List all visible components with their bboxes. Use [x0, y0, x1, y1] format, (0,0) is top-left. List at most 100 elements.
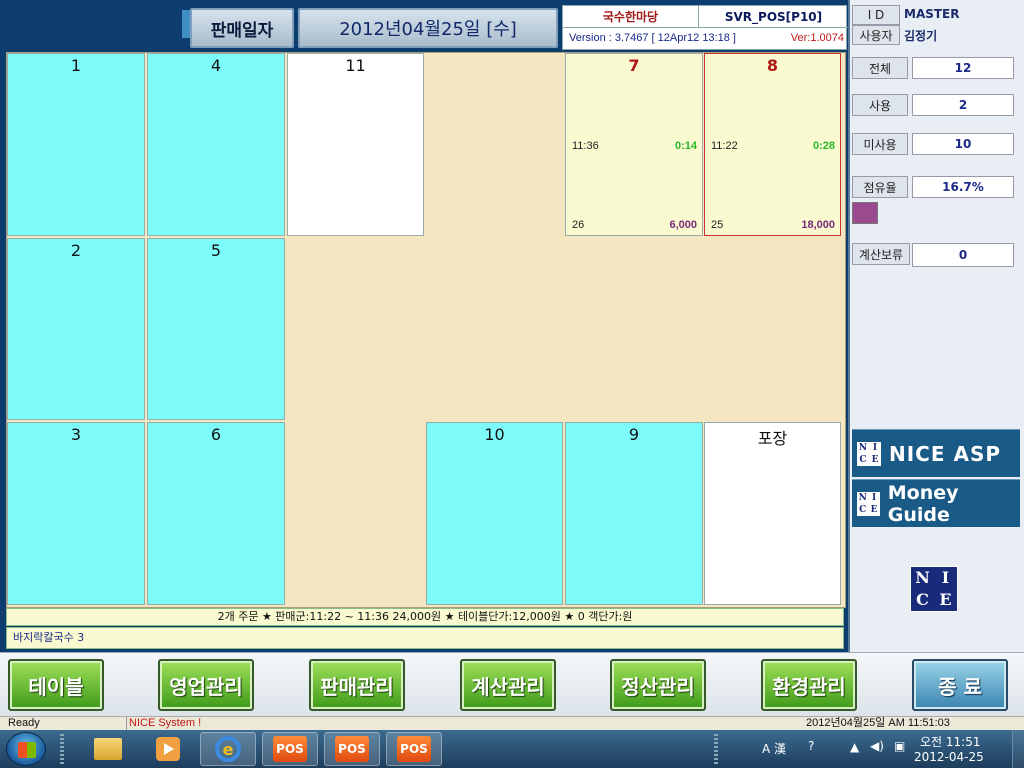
- nice-asp-banner[interactable]: NI CE NICE ASP: [852, 429, 1020, 477]
- settlement-management-button[interactable]: 정산관리: [610, 659, 706, 711]
- table-3[interactable]: 3: [7, 422, 145, 605]
- windows-taskbar: e POS POS POS A 漢 ? ▲ ◀) ▣ 오전 11:51 2012…: [0, 730, 1024, 768]
- table-number: 4: [210, 56, 222, 75]
- table-11[interactable]: 11: [287, 53, 424, 236]
- sale-date-display[interactable]: 2012년04월25일 [수]: [298, 8, 558, 48]
- store-info-panel: 국수한마당 SVR_POS[P10] Version : 3.7467 [ 12…: [562, 5, 848, 50]
- table-number: 11: [345, 56, 366, 75]
- sale-date-label: 판매일자: [190, 8, 294, 48]
- help-icon[interactable]: ?: [808, 739, 814, 753]
- table-5[interactable]: 5: [147, 238, 285, 420]
- sales-summary-bar: 2개 주문 ★ 판매군:11:22 ~ 11:36 24,000원 ★ 테이블단…: [6, 608, 844, 626]
- language-bar[interactable]: A 漢: [762, 740, 786, 757]
- nice-logo-icon: NI CE: [857, 441, 881, 466]
- taskbar-pos-2[interactable]: POS: [324, 732, 380, 766]
- unused-value: 10: [912, 133, 1014, 155]
- id-value: MASTER: [904, 7, 960, 21]
- header-accent: [182, 10, 190, 38]
- table-number: 9: [628, 425, 640, 444]
- status-bar: Ready NICE System ! 2012년04월25일 AM 11:51…: [0, 716, 1024, 730]
- hold-label: 계산보류: [852, 243, 910, 265]
- table-elapsed-time: 0:28: [812, 140, 835, 152]
- status-ready: Ready: [8, 717, 40, 729]
- table-elapsed-time: 0:14: [674, 140, 697, 152]
- money-guide-banner[interactable]: NI CE Money Guide: [852, 479, 1020, 527]
- status-datetime: 2012년04월25일 AM 11:51:03: [806, 717, 950, 729]
- version-text: Version : 3.7467 [ 12Apr12 13:18 ]: [569, 32, 736, 44]
- taskbar-grip: [60, 734, 64, 764]
- internet-explorer-icon: e: [215, 736, 241, 762]
- table-order-time: 11:22: [711, 140, 738, 152]
- clock-date[interactable]: 2012-04-25: [914, 750, 984, 764]
- table-number: 8: [766, 56, 779, 75]
- table-number: 5: [210, 241, 222, 260]
- used-label: 사용: [852, 94, 908, 116]
- table-4[interactable]: 4: [147, 53, 285, 236]
- ver-text: Ver:1.0074: [790, 32, 844, 44]
- occupancy-color-swatch: [852, 202, 878, 224]
- user-label: 사용자: [852, 25, 900, 45]
- table-2[interactable]: 2: [7, 238, 145, 420]
- table-guest-count: 25: [711, 219, 724, 231]
- table-6[interactable]: 6: [147, 422, 285, 605]
- header-bar: 판매일자 2012년04월25일 [수] 국수한마당 SVR_POS[P10] …: [0, 0, 848, 52]
- selected-menu-line: 바지락칼국수 3: [6, 627, 844, 649]
- show-desktop-button[interactable]: [1012, 730, 1024, 768]
- taskbar-explorer[interactable]: [80, 732, 136, 766]
- nice-large-logo-icon: NI CE: [910, 566, 958, 612]
- table-9[interactable]: 9: [565, 422, 703, 605]
- taskbar-pos-3[interactable]: POS: [386, 732, 442, 766]
- status-system: NICE System !: [126, 717, 201, 730]
- table-7[interactable]: 7 11:36 0:14 26 6,000: [565, 53, 703, 236]
- occupancy-label: 점유율: [852, 176, 908, 198]
- table-button[interactable]: 테이블: [8, 659, 104, 711]
- network-icon[interactable]: ▣: [894, 739, 905, 753]
- pos-app-icon: POS: [273, 736, 307, 762]
- nice-asp-text: NICE ASP: [889, 441, 1002, 466]
- clock-time[interactable]: 오전 11:51: [920, 733, 980, 750]
- sales-admin-button[interactable]: 판매관리: [309, 659, 405, 711]
- exit-button[interactable]: 종 료: [912, 659, 1008, 711]
- taskbar-pos-1[interactable]: POS: [262, 732, 318, 766]
- money-guide-text: Money Guide: [887, 481, 959, 526]
- hold-value: 0: [912, 243, 1014, 267]
- table-amount: 18,000: [801, 219, 835, 231]
- server-name: SVR_POS[P10]: [699, 6, 848, 28]
- store-name: 국수한마당: [563, 6, 699, 28]
- pos-app-icon: POS: [335, 736, 369, 762]
- table-1[interactable]: 1: [7, 53, 145, 236]
- sales-management-button[interactable]: 영업관리: [158, 659, 254, 711]
- table-8[interactable]: 8 11:22 0:28 25 18,000: [704, 53, 841, 236]
- table-number: 2: [70, 241, 82, 260]
- pos-app-icon: POS: [397, 736, 431, 762]
- used-value: 2: [912, 94, 1014, 116]
- start-button[interactable]: [6, 732, 46, 766]
- table-number: 포장: [757, 429, 788, 448]
- system-tray: A 漢 ? ▲ ◀) ▣ 오전 11:51 2012-04-25: [742, 730, 1024, 768]
- taskbar-internet-explorer[interactable]: e: [200, 732, 256, 766]
- occupancy-value: 16.7%: [912, 176, 1014, 198]
- folder-icon: [94, 738, 122, 760]
- side-panel: I D MASTER 사용자 김정기 전체 12 사용 2 미사용 10 점유율…: [848, 0, 1024, 652]
- unused-label: 미사용: [852, 133, 908, 155]
- table-10[interactable]: 10: [426, 422, 563, 605]
- volume-icon[interactable]: ◀): [870, 739, 884, 753]
- media-player-icon: [156, 737, 180, 761]
- table-number: 7: [628, 56, 640, 75]
- table-guest-count: 26: [572, 219, 585, 231]
- table-number: 3: [70, 425, 82, 444]
- table-number: 10: [484, 425, 505, 444]
- windows-flag-icon: [18, 742, 36, 758]
- main-menu-bar: 테이블 영업관리 판매관리 계산관리 정산관리 환경관리 종 료: [0, 652, 1024, 716]
- environment-settings-button[interactable]: 환경관리: [761, 659, 857, 711]
- table-amount: 6,000: [669, 219, 697, 231]
- table-takeout[interactable]: 포장: [704, 422, 841, 605]
- taskbar-grip: [714, 734, 718, 764]
- user-value: 김정기: [904, 29, 938, 43]
- id-label: I D: [852, 5, 900, 25]
- taskbar-media-player[interactable]: [140, 732, 196, 766]
- calculation-management-button[interactable]: 계산관리: [460, 659, 556, 711]
- nice-logo-icon: NI CE: [857, 491, 880, 516]
- total-value: 12: [912, 57, 1014, 79]
- show-hidden-icons-icon[interactable]: ▲: [850, 740, 859, 754]
